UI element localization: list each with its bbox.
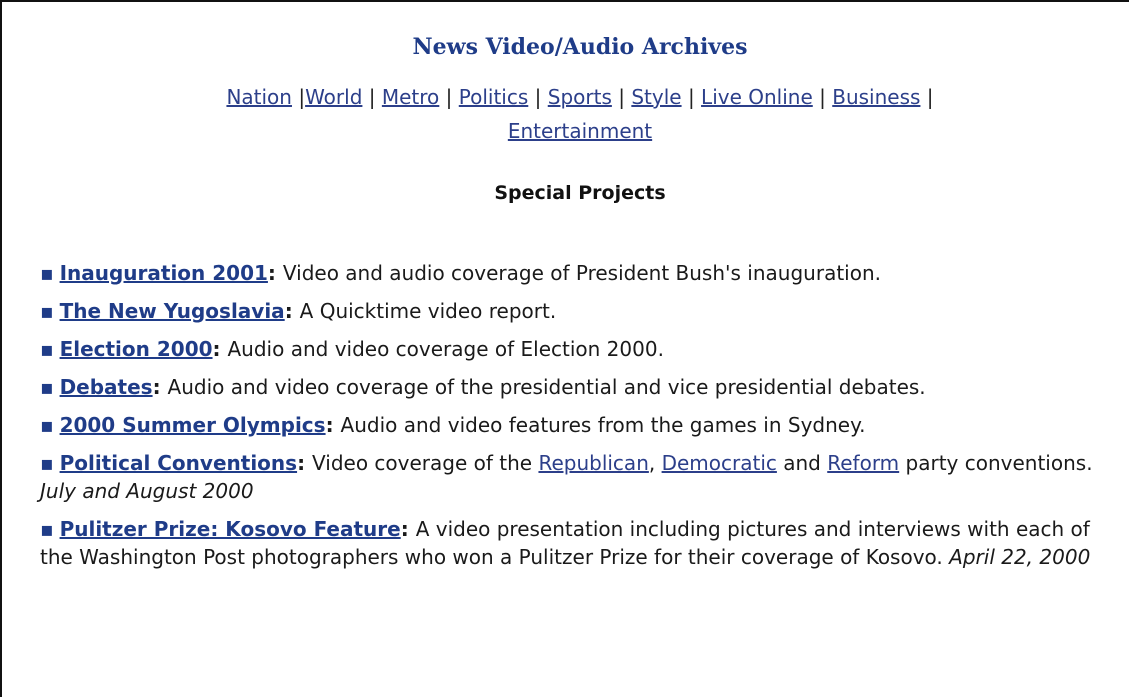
item-description: Audio and video features from the games … (340, 413, 866, 437)
nav-link-style[interactable]: Style (631, 85, 681, 109)
item-description: Audio and video coverage of the presiden… (167, 375, 926, 399)
link-republican[interactable]: Republican (538, 451, 648, 475)
item-link-political-conventions[interactable]: Political Conventions (60, 451, 298, 475)
link-reform[interactable]: Reform (827, 451, 899, 475)
nav-link-live-online[interactable]: Live Online (701, 85, 813, 109)
nav-separator: | (445, 85, 459, 109)
item-date: July and August 2000 (40, 479, 254, 503)
nav-link-sports[interactable]: Sports (548, 85, 612, 109)
list-item: ▪ Political Conventions: Video coverage o… (40, 451, 1093, 503)
list-item: ▪ Pulitzer Prize: Kosovo Feature: A video… (40, 517, 1091, 569)
nav-link-entertainment[interactable]: Entertainment (508, 119, 652, 143)
item-link-new-yugoslavia[interactable]: The New Yugoslavia (60, 299, 285, 323)
section-nav: Nation |World | Metro | Politics | Sport… (40, 80, 1120, 148)
item-link-election-2000[interactable]: Election 2000 (60, 337, 213, 361)
link-democratic[interactable]: Democratic (662, 451, 777, 475)
list-item: ▪ Inauguration 2001: Video and audio cove… (40, 261, 881, 285)
nav-link-politics[interactable]: Politics (459, 85, 529, 109)
nav-separator: | (618, 85, 632, 109)
bullet-icon: ▪ (40, 451, 54, 475)
list-item: ▪ The New Yugoslavia: A Quicktime video r… (40, 299, 557, 323)
bullet-icon: ▪ (40, 517, 54, 541)
bullet-icon: ▪ (40, 337, 54, 361)
list-item: ▪ 2000 Summer Olympics: Audio and video f… (40, 413, 866, 437)
bullet-icon: ▪ (40, 261, 54, 285)
special-projects-list: ▪ Inauguration 2001: Video and audio cove… (40, 259, 1120, 571)
nav-separator: | (368, 85, 382, 109)
nav-separator: | (687, 85, 702, 109)
nav-separator: | (819, 85, 833, 109)
nav-separator: | (926, 85, 934, 109)
item-date: April 22, 2000 (949, 545, 1091, 569)
bullet-icon: ▪ (40, 299, 54, 323)
nav-separator: | (534, 85, 548, 109)
bullet-icon: ▪ (40, 375, 54, 399)
nav-link-business[interactable]: Business (832, 85, 920, 109)
item-link-summer-olympics[interactable]: 2000 Summer Olympics (60, 413, 326, 437)
item-link-pulitzer-kosovo[interactable]: Pulitzer Prize: Kosovo Feature (60, 517, 401, 541)
item-description-suffix: party conventions. (899, 451, 1093, 475)
item-link-inauguration-2001[interactable]: Inauguration 2001 (60, 261, 268, 285)
item-description: A Quicktime video report. (299, 299, 557, 323)
item-description-prefix: Video coverage of the (312, 451, 539, 475)
main-content: News Video/Audio Archives Nation |World … (40, 0, 1120, 581)
list-item: ▪ Election 2000: Audio and video coverage… (40, 337, 664, 361)
item-description: Video and audio coverage of President Bu… (282, 261, 881, 285)
nav-link-metro[interactable]: Metro (382, 85, 439, 109)
section-heading: Special Projects (494, 182, 666, 204)
list-item: ▪ Debates: Audio and video coverage of th… (40, 375, 926, 399)
item-link-debates[interactable]: Debates (60, 375, 153, 399)
page-title: News Video/Audio Archives (412, 34, 748, 60)
nav-link-nation[interactable]: Nation (226, 85, 292, 109)
item-description: Audio and video coverage of Election 200… (227, 337, 664, 361)
bullet-icon: ▪ (40, 413, 54, 437)
nav-link-world[interactable]: World (305, 85, 362, 109)
